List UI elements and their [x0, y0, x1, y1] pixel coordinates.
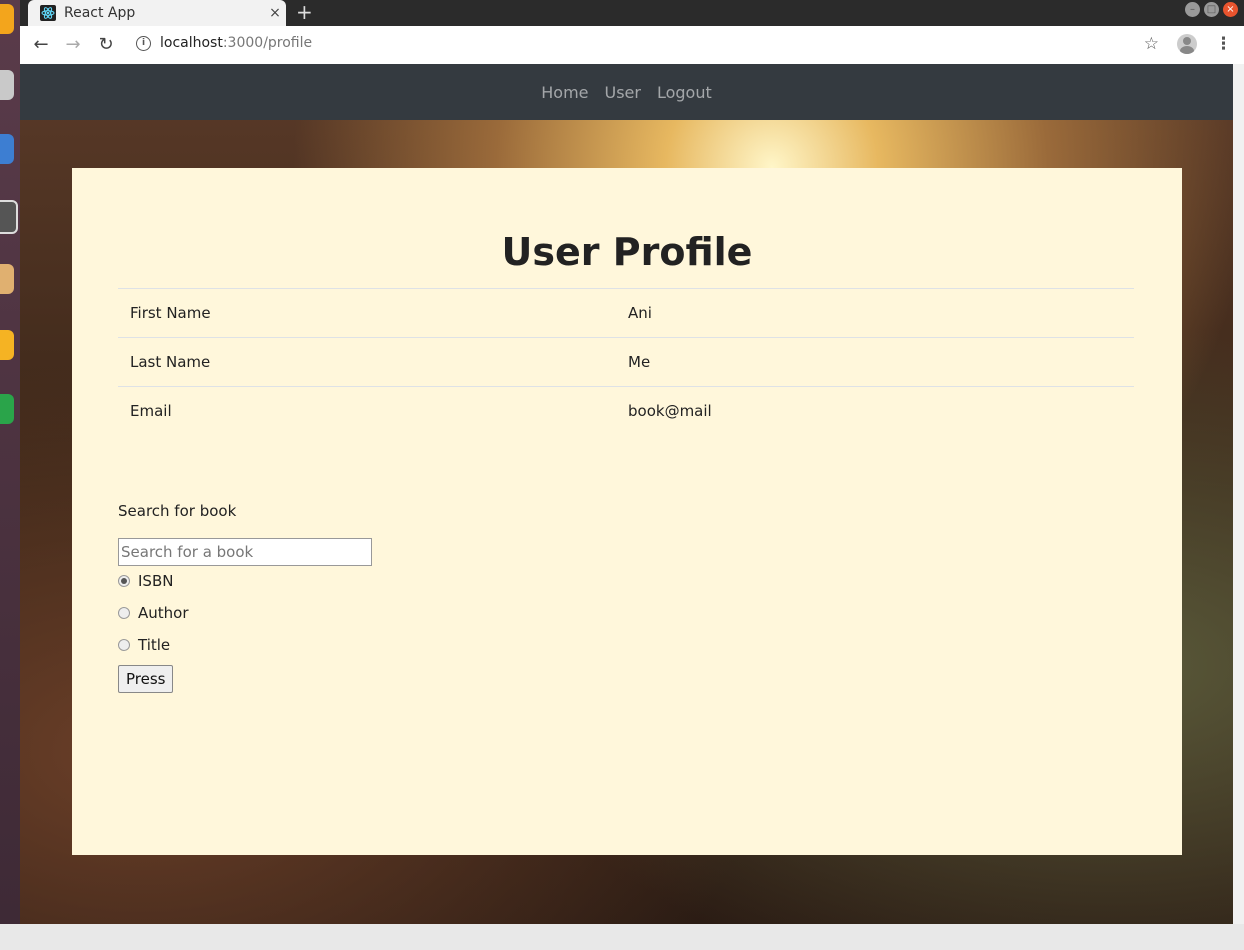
nav-link-home[interactable]: Home — [533, 83, 596, 102]
tab-title: React App — [64, 5, 136, 21]
nav-link-user[interactable]: User — [597, 83, 649, 102]
page-background: Home User Logout User Profile First Name… — [20, 64, 1233, 924]
radio-button[interactable] — [118, 607, 130, 619]
app-icon[interactable] — [0, 70, 14, 100]
browser-toolbar: ← → ↻ i localhost:3000/profile ☆ ⋮ — [20, 26, 1244, 65]
new-tab-button[interactable]: + — [296, 1, 313, 23]
row-value: Me — [616, 337, 1134, 387]
os-launcher — [0, 0, 20, 924]
table-row: First Name Ani — [118, 288, 1134, 338]
nav-link-logout[interactable]: Logout — [649, 83, 720, 102]
scrollbar[interactable] — [1233, 64, 1244, 924]
info-icon[interactable]: i — [136, 35, 151, 51]
top-navbar: Home User Logout — [20, 64, 1233, 120]
radio-label: Title — [138, 636, 171, 654]
radio-label: Author — [138, 604, 189, 622]
profile-avatar-icon[interactable] — [1177, 34, 1197, 54]
status-bar — [0, 924, 1244, 950]
tab-close-icon[interactable]: × — [264, 5, 286, 21]
close-window-icon[interactable]: × — [1223, 2, 1238, 17]
row-value: Ani — [616, 288, 1134, 338]
radio-button[interactable] — [118, 575, 130, 587]
address-bar[interactable]: i localhost:3000/profile — [136, 35, 312, 51]
back-icon[interactable]: ← — [30, 34, 52, 56]
app-icon[interactable] — [0, 4, 14, 34]
press-button[interactable]: Press — [118, 665, 174, 693]
url-host: localhost — [160, 35, 223, 51]
search-input[interactable] — [118, 538, 372, 566]
window-controls: – □ × — [1185, 2, 1238, 17]
profile-table: First Name Ani Last Name Me Email book@m… — [118, 288, 1134, 435]
bookmark-star-icon[interactable]: ☆ — [1144, 34, 1159, 54]
react-logo-icon — [40, 5, 56, 21]
maximize-icon[interactable]: □ — [1204, 2, 1219, 17]
radio-option-title[interactable]: Title — [118, 636, 170, 654]
browser-menu-icon[interactable]: ⋮ — [1215, 34, 1232, 54]
radio-option-isbn[interactable]: ISBN — [118, 572, 173, 590]
radio-option-author[interactable]: Author — [118, 604, 189, 622]
search-label: Search for book — [118, 502, 237, 520]
row-label: Email — [118, 386, 616, 435]
profile-panel: User Profile First Name Ani Last Name Me… — [72, 168, 1182, 855]
row-label: First Name — [118, 288, 616, 338]
url-path: :3000/profile — [222, 35, 313, 51]
table-row: Last Name Me — [118, 337, 1134, 387]
browser-tab[interactable]: React App × — [28, 0, 286, 26]
radio-button[interactable] — [118, 639, 130, 651]
forward-icon[interactable]: → — [62, 34, 84, 56]
app-icon[interactable] — [0, 134, 14, 164]
app-icon[interactable] — [0, 330, 14, 360]
browser-tab-strip: React App × + – □ × — [20, 0, 1244, 26]
app-icon[interactable] — [0, 200, 18, 234]
row-value: book@mail — [616, 386, 1134, 435]
reload-icon[interactable]: ↻ — [95, 34, 117, 56]
app-icon[interactable] — [0, 394, 14, 424]
minimize-icon[interactable]: – — [1185, 2, 1200, 17]
row-label: Last Name — [118, 337, 616, 387]
app-icon[interactable] — [0, 264, 14, 294]
radio-label: ISBN — [138, 572, 174, 590]
page-title: User Profile — [501, 230, 753, 274]
table-row: Email book@mail — [118, 386, 1134, 435]
